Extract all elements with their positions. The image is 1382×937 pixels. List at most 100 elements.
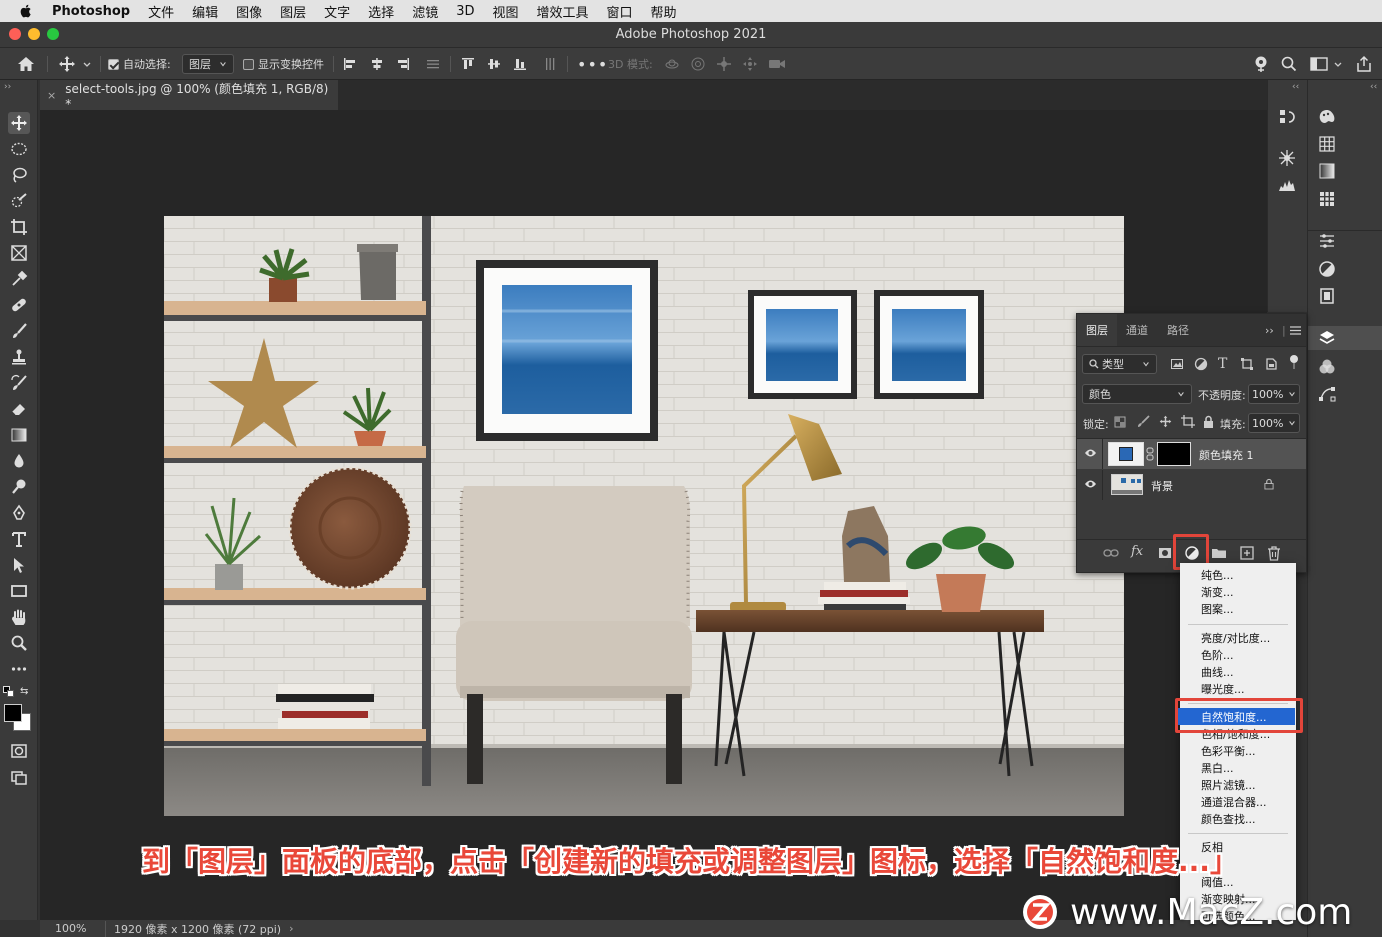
fill-input[interactable]: 100%: [1248, 413, 1300, 433]
menu-help[interactable]: 帮助: [651, 2, 677, 21]
eyedropper-tool[interactable]: [8, 268, 30, 290]
menu-view[interactable]: 视图: [492, 2, 518, 21]
share-button[interactable]: [1355, 48, 1373, 80]
menu-item-pattern[interactable]: 图案...: [1180, 600, 1296, 617]
3d-pan-button[interactable]: [716, 48, 732, 80]
layer-filter-dropdown[interactable]: 类型: [1082, 354, 1157, 374]
menu-item-color-lookup[interactable]: 颜色查找...: [1180, 810, 1296, 827]
menu-item-levels[interactable]: 色阶...: [1180, 646, 1296, 663]
properties-panel-button[interactable]: [1316, 230, 1338, 252]
filter-toggle-switch[interactable]: [1289, 355, 1299, 371]
home-button[interactable]: [16, 48, 36, 80]
screen-mode-button[interactable]: [8, 766, 30, 788]
layer-style-fx-icon[interactable]: fx: [1131, 544, 1143, 559]
tab-layers[interactable]: 图层: [1077, 314, 1117, 346]
close-tab-icon[interactable]: ×: [47, 89, 56, 102]
menu-item-channel-mixer[interactable]: 通道混合器...: [1180, 793, 1296, 810]
edit-toolbar-button[interactable]: [8, 658, 30, 680]
menu-item-solid-color[interactable]: 纯色...: [1180, 566, 1296, 583]
workspace-button[interactable]: [1310, 48, 1343, 80]
healing-brush-tool[interactable]: [8, 294, 30, 316]
crop-tool[interactable]: [8, 216, 30, 238]
history-panel-button[interactable]: [1276, 106, 1298, 128]
lock-transparent-button[interactable]: [1114, 416, 1126, 428]
pen-tool[interactable]: [8, 502, 30, 524]
color-panel-button[interactable]: [1316, 106, 1338, 128]
distribute-button[interactable]: [426, 48, 440, 80]
swap-colors-icon[interactable]: ⇆: [20, 686, 28, 697]
collapse-toolbar-icon[interactable]: ››: [4, 82, 11, 92]
panel-menu-button[interactable]: [1290, 314, 1301, 346]
blur-tool[interactable]: [8, 450, 30, 472]
eye-icon[interactable]: [1084, 479, 1097, 489]
search-button[interactable]: [1281, 48, 1297, 80]
move-tool[interactable]: [8, 112, 30, 134]
frame-tool[interactable]: [8, 242, 30, 264]
menu-type[interactable]: 文字: [324, 2, 350, 21]
menu-plugins[interactable]: 增效工具: [537, 2, 589, 21]
status-expand-icon[interactable]: ›: [289, 922, 293, 935]
menu-layer[interactable]: 图层: [280, 2, 306, 21]
menu-item-curves[interactable]: 曲线...: [1180, 663, 1296, 680]
menu-item-photo-filter[interactable]: 照片滤镜...: [1180, 776, 1296, 793]
lock-all-button[interactable]: [1203, 415, 1214, 428]
expand-panel-icon[interactable]: ››: [1265, 314, 1274, 346]
lock-position-button[interactable]: [1159, 415, 1172, 428]
collapse-panels-icon[interactable]: ‹‹: [1370, 82, 1377, 92]
zoom-tool[interactable]: [8, 632, 30, 654]
align-bottom-button[interactable]: [513, 48, 527, 80]
blend-mode-dropdown[interactable]: 颜色: [1082, 384, 1192, 404]
3d-orbit-button[interactable]: [664, 48, 680, 80]
paths-panel-button[interactable]: [1316, 383, 1338, 405]
filter-pixel-button[interactable]: [1170, 357, 1184, 371]
show-transform-checkbox[interactable]: 显示变换控件: [243, 48, 324, 80]
dodge-tool[interactable]: [8, 476, 30, 498]
align-center-h-button[interactable]: [370, 48, 384, 80]
brush-tool[interactable]: [8, 320, 30, 342]
3d-slide-button[interactable]: [742, 48, 758, 80]
layer-mask-thumbnail[interactable]: [1157, 442, 1191, 466]
filter-adjustment-button[interactable]: [1194, 357, 1208, 371]
auto-select-checkbox[interactable]: 自动选择:: [108, 48, 171, 80]
align-right-button[interactable]: [396, 48, 410, 80]
search-learn-button[interactable]: [1253, 48, 1271, 80]
brush-settings-button[interactable]: [1276, 147, 1298, 169]
auto-select-target-dropdown[interactable]: 图层: [182, 54, 234, 74]
lasso-tool[interactable]: [8, 164, 30, 186]
quick-selection-tool[interactable]: [8, 190, 30, 212]
path-selection-tool[interactable]: [8, 554, 30, 576]
adjustments-panel-button[interactable]: [1316, 258, 1338, 280]
align-middle-button[interactable]: [487, 48, 501, 80]
type-tool[interactable]: [8, 528, 30, 550]
swatches-panel-button[interactable]: [1316, 133, 1338, 155]
more-options-icon[interactable]: •••: [577, 48, 608, 80]
eraser-tool[interactable]: [8, 398, 30, 420]
collapse-panels-icon[interactable]: ‹‹: [1292, 82, 1299, 92]
status-zoom[interactable]: 100%: [55, 922, 105, 935]
menu-item-exposure[interactable]: 曝光度...: [1180, 680, 1296, 697]
new-layer-button[interactable]: [1239, 545, 1255, 561]
foreground-color-swatch[interactable]: [4, 704, 22, 722]
libraries-panel-button[interactable]: [1316, 285, 1338, 307]
move-tool-preset[interactable]: [58, 48, 92, 80]
menu-select[interactable]: 选择: [368, 2, 394, 21]
filter-type-button[interactable]: T: [1218, 356, 1227, 372]
add-mask-button[interactable]: [1157, 545, 1173, 561]
menu-item-brightness-contrast[interactable]: 亮度/对比度...: [1180, 629, 1296, 646]
menu-item-color-balance[interactable]: 色彩平衡...: [1180, 742, 1296, 759]
apple-icon[interactable]: [18, 3, 34, 19]
default-colors-icon[interactable]: [3, 686, 15, 698]
gradient-tool[interactable]: [8, 424, 30, 446]
histogram-button[interactable]: [1276, 174, 1298, 196]
menu-window[interactable]: 窗口: [607, 2, 633, 21]
opacity-input[interactable]: 100%: [1248, 384, 1300, 404]
lock-artboard-button[interactable]: [1181, 415, 1195, 428]
new-group-button[interactable]: [1211, 545, 1227, 561]
link-layers-button[interactable]: [1103, 545, 1119, 561]
channels-panel-button[interactable]: [1316, 356, 1338, 378]
document-tab[interactable]: × select-tools.jpg @ 100% (颜色填充 1, RGB/8…: [40, 80, 338, 111]
clone-stamp-tool[interactable]: [8, 346, 30, 368]
gradients-panel-button[interactable]: [1316, 160, 1338, 182]
rectangle-tool[interactable]: [8, 580, 30, 602]
document-image[interactable]: [164, 216, 1124, 816]
